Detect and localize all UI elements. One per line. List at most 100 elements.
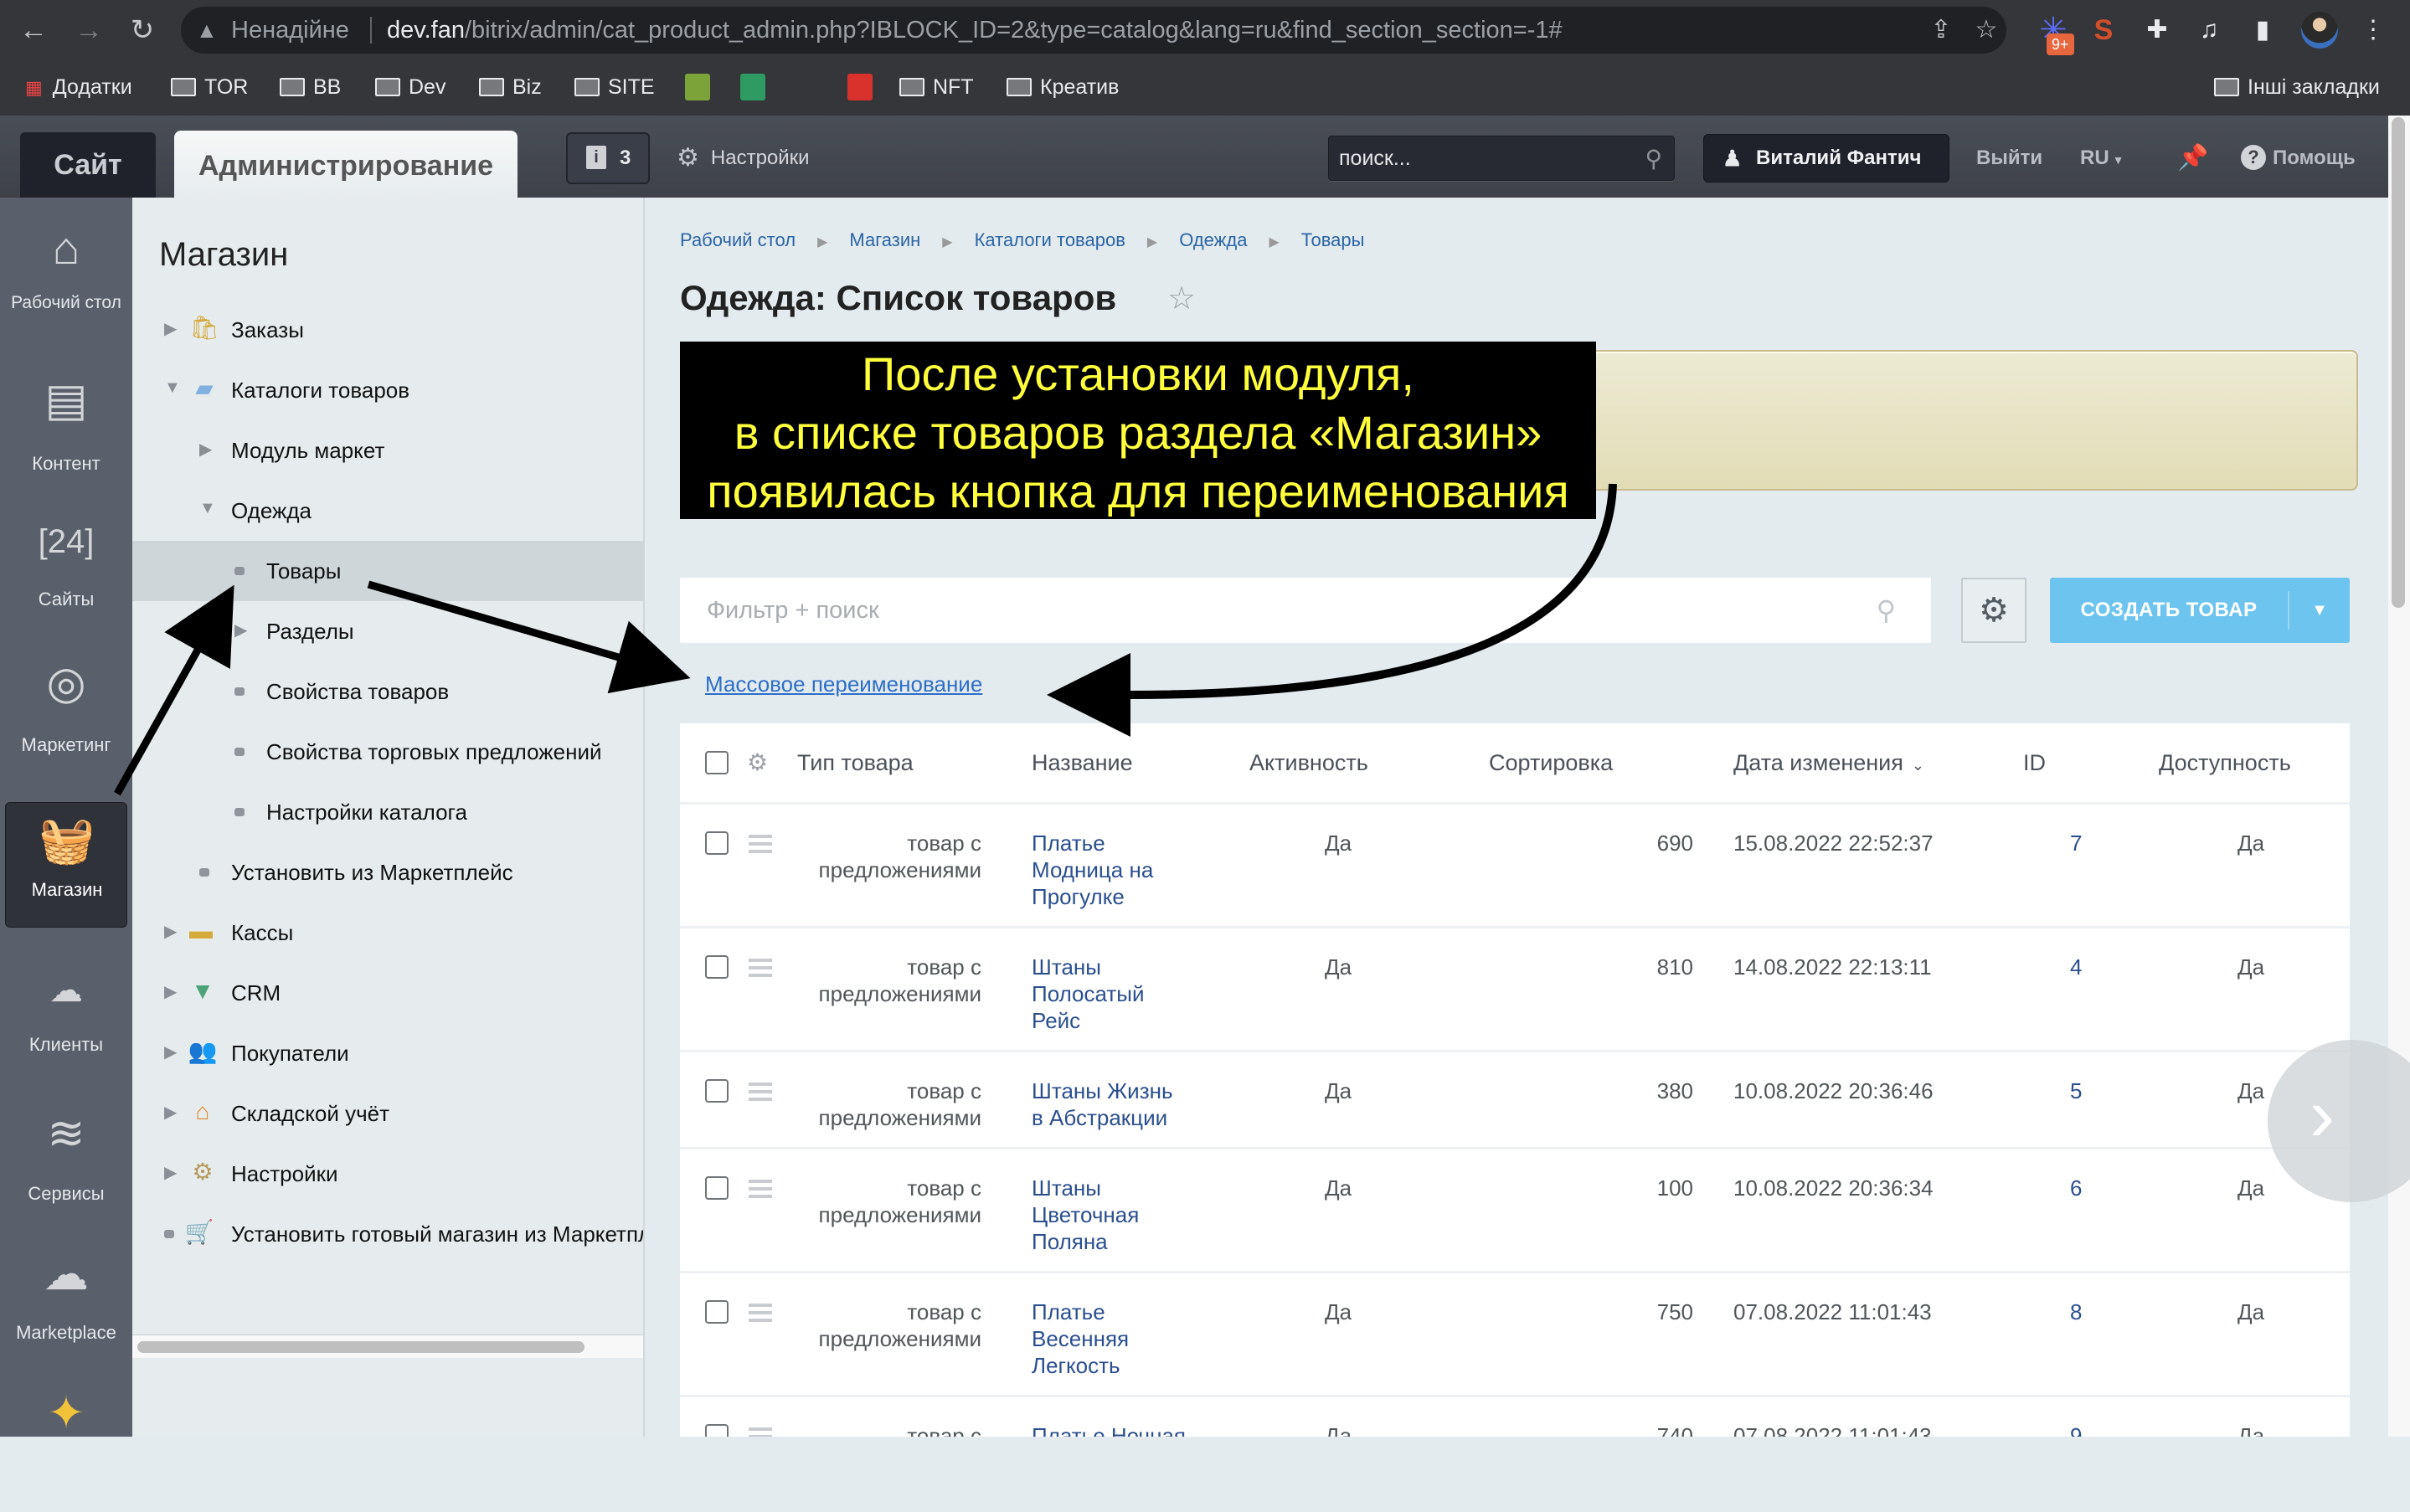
tree-item-cash-registers[interactable]: ▶ ▬ Кассы	[132, 903, 643, 963]
menu-clients[interactable]: ☁ Клиенты	[5, 954, 127, 1080]
url-text[interactable]: dev.fan/bitrix/admin/cat_product_admin.p…	[387, 7, 1563, 54]
cell-name[interactable]: Платье Модница на Прогулке	[1032, 830, 1199, 910]
back-icon[interactable]: ←	[15, 12, 52, 49]
table-row[interactable]: товар с предложениями Штаны Полосатый Рейс Да…	[680, 928, 2350, 1052]
tree-item-customers[interactable]: ▶ 👥 Покупатели	[132, 1023, 643, 1083]
menu-sites[interactable]: [24] Сайты	[5, 507, 127, 633]
help-link[interactable]: ? Помощь	[2241, 132, 2356, 184]
cell-name[interactable]: Платье Весенняя Легкость	[1032, 1299, 1199, 1379]
logout-link[interactable]: Выйти	[1976, 132, 2042, 184]
profile-avatar[interactable]	[2301, 12, 2338, 49]
breadcrumb-item[interactable]: Рабочий стол	[680, 229, 796, 250]
tree-item-warehouse[interactable]: ▶ ⌂ Складской учёт	[132, 1083, 643, 1144]
menu-desktop[interactable]: ⌂ Рабочий стол	[5, 214, 127, 340]
filter-search-input[interactable]	[707, 578, 1862, 643]
settings-link[interactable]: ⚙ Настройки	[677, 132, 810, 184]
column-header-type[interactable]: Тип товара	[797, 723, 914, 802]
column-settings-gear-icon[interactable]: ⚙	[747, 723, 768, 802]
tree-scrollbar-thumb[interactable]	[137, 1341, 584, 1353]
pin-icon[interactable]: 📌	[2177, 132, 2208, 184]
bookmark-site-icon[interactable]	[847, 74, 873, 100]
cell-name[interactable]: Штаны Жизнь в Абстракции	[1032, 1077, 1199, 1131]
column-header-name[interactable]: Название	[1032, 723, 1133, 802]
menu-kebab-icon[interactable]: ⋮	[2355, 12, 2392, 49]
seo-extension-icon[interactable]: S	[2085, 12, 2122, 49]
create-product-button[interactable]: СОЗДАТЬ ТОВАР ▼	[2050, 578, 2350, 643]
bookmark-star-icon[interactable]: ☆	[1970, 13, 2003, 47]
expand-arrow-icon[interactable]: ▶	[234, 620, 247, 640]
share-icon[interactable]: ⇪	[1924, 13, 1958, 47]
breadcrumb-item[interactable]: Одежда	[1179, 229, 1247, 250]
table-row[interactable]: товар с предложениями Платье Весенняя Легкос…	[680, 1273, 2350, 1397]
cell-id[interactable]: 6	[2070, 1175, 2082, 1201]
menu-marketplace[interactable]: ☁ Marketplace	[5, 1241, 127, 1366]
cell-id[interactable]: 4	[2070, 954, 2082, 980]
search-icon[interactable]: ⚲	[1645, 145, 1662, 172]
tree-item-offer-properties[interactable]: Свойства торговых предложений	[132, 722, 643, 782]
row-checkbox[interactable]	[705, 831, 729, 855]
breadcrumb-item[interactable]: Товары	[1301, 229, 1365, 250]
breadcrumb-item[interactable]: Магазин	[849, 229, 920, 250]
page-scrollbar-thumb[interactable]	[2392, 117, 2405, 608]
cell-id[interactable]: 8	[2070, 1299, 2082, 1325]
mass-rename-link[interactable]: Массовое переименование	[705, 671, 982, 697]
bookmark-folder[interactable]: Dev	[375, 64, 445, 111]
breadcrumb-item[interactable]: Каталоги товаров	[975, 229, 1125, 250]
tree-item-product-properties[interactable]: Свойства товаров	[132, 661, 643, 722]
row-checkbox[interactable]	[705, 955, 729, 979]
menu-store[interactable]: 🧺 Магазин	[5, 802, 127, 928]
menu-marketing[interactable]: ◎ Маркетинг	[5, 650, 127, 775]
table-row[interactable]: товар с предложениями Платье Модница на Прог…	[680, 805, 2350, 928]
favorite-star-icon[interactable]: ☆	[1167, 280, 1196, 317]
collapse-arrow-icon[interactable]: ▼	[164, 378, 181, 398]
extensions-puzzle-icon[interactable]: ✚	[2139, 12, 2176, 49]
bookmark-apps[interactable]: ▦ Додатки	[25, 64, 132, 111]
search-icon[interactable]: ⚲	[1877, 594, 1896, 626]
tree-item-crm[interactable]: ▶ ▼ CRM	[132, 963, 643, 1023]
menu-content[interactable]: ▤ Контент	[5, 365, 127, 491]
cell-id[interactable]: 7	[2070, 830, 2082, 856]
bookmark-site-icon[interactable]	[685, 74, 710, 100]
column-header-availability[interactable]: Доступность	[2159, 723, 2291, 802]
cell-name[interactable]: Штаны Полосатый Рейс	[1032, 954, 1199, 1034]
row-checkbox[interactable]	[705, 1176, 729, 1200]
column-header-id[interactable]: ID	[2023, 723, 2046, 802]
tree-item-sections[interactable]: ▶ Разделы	[132, 601, 643, 661]
tab-site[interactable]: Сайт	[20, 132, 156, 198]
bookmark-folder[interactable]: Biz	[479, 64, 542, 111]
dropdown-caret-icon[interactable]: ▼	[2289, 578, 2350, 643]
tree-item-catalog-settings[interactable]: Настройки каталога	[132, 782, 643, 842]
cell-id[interactable]: 9	[2070, 1422, 2082, 1437]
table-row[interactable]: товар с Платье Ночная Да 740 07.08.2022 11:0…	[680, 1397, 2350, 1437]
expand-arrow-icon[interactable]: ▶	[164, 981, 177, 1002]
tree-item-products[interactable]: Товары	[132, 541, 643, 601]
expand-arrow-icon[interactable]: ▶	[164, 1162, 177, 1183]
tree-item-catalogs[interactable]: ▼ ▰ Каталоги товаров	[132, 360, 643, 420]
row-checkbox[interactable]	[705, 1079, 729, 1103]
select-all-checkbox[interactable]	[705, 751, 729, 774]
row-checkbox[interactable]	[705, 1424, 729, 1437]
bookmark-site-icon[interactable]	[740, 74, 765, 100]
collapse-arrow-icon[interactable]: ▼	[199, 499, 216, 518]
tree-item-install-store[interactable]: 🛒 Установить готовый магазин из Маркетпл…	[132, 1204, 643, 1264]
cell-name[interactable]: Штаны Цветочная Поляна	[1032, 1175, 1199, 1255]
tree-item-clothes[interactable]: ▼ Одежда	[132, 481, 643, 541]
language-select[interactable]: RU ▼	[2080, 132, 2124, 184]
menu-wizard[interactable]: ✦	[5, 1386, 127, 1512]
grid-settings-button[interactable]: ⚙	[1961, 578, 2026, 643]
cell-id[interactable]: 5	[2070, 1077, 2082, 1104]
column-header-sort[interactable]: Сортировка	[1489, 723, 1613, 802]
reload-icon[interactable]: ↻	[124, 12, 161, 49]
forward-icon[interactable]: →	[70, 12, 107, 49]
menu-services[interactable]: ≋ Сервисы	[5, 1100, 127, 1226]
bookmark-folder[interactable]: BB	[280, 64, 341, 111]
row-checkbox[interactable]	[705, 1300, 729, 1324]
media-queue-icon[interactable]: ♫	[2191, 12, 2227, 49]
tree-item-orders[interactable]: ▶ 🛍 Заказы	[132, 300, 643, 360]
bookmark-folder[interactable]: Креатив	[1007, 64, 1119, 111]
tree-item-market-module[interactable]: ▶ Модуль маркет	[132, 420, 643, 481]
column-header-date[interactable]: Дата изменения ⌄	[1733, 723, 1924, 802]
tree-item-settings[interactable]: ▶ ⚙ Настройки	[132, 1144, 643, 1204]
expand-arrow-icon[interactable]: ▶	[164, 318, 177, 339]
admin-search-input[interactable]	[1339, 136, 1624, 180]
